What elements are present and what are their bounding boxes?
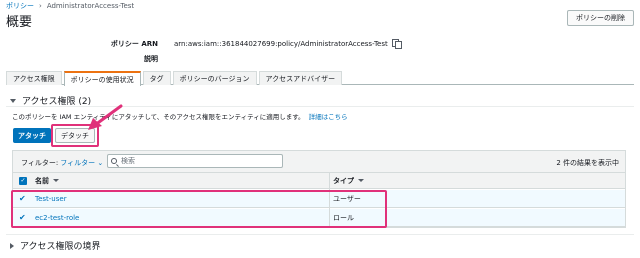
- section-divider: [6, 234, 634, 235]
- boundary-section-header[interactable]: アクセス権限の境界: [10, 239, 101, 252]
- sort-caret-icon: [358, 179, 364, 182]
- tab-access-advisor[interactable]: アクセスアドバイザー: [258, 71, 343, 85]
- arn-label: ポリシー ARN: [110, 40, 158, 48]
- filter-dropdown[interactable]: フィルター ⌄: [60, 159, 103, 167]
- caret-down-icon: [10, 98, 16, 103]
- boundary-section-title: アクセス権限の境界: [20, 242, 101, 252]
- tab-policy-versions[interactable]: ポリシーのバージョン: [172, 71, 257, 85]
- filter-label: フィルター: フィルター ⌄: [21, 158, 103, 168]
- attach-button[interactable]: アタッチ: [13, 128, 51, 143]
- tab-permissions[interactable]: アクセス権限: [6, 71, 62, 85]
- annotation-arrow-icon: [88, 104, 123, 130]
- caret-right-icon: [10, 242, 14, 249]
- search-icon: [111, 158, 117, 164]
- column-header-type-label: タイプ: [333, 176, 354, 185]
- filter-label-text: フィルター:: [21, 159, 59, 167]
- filter-dropdown-label: フィルター: [60, 159, 96, 167]
- page-title: 概要: [6, 15, 33, 30]
- rows-highlight-box: [11, 190, 387, 228]
- permissions-description-text: このポリシーを IAM エンティティにアタッチして、そのアクセス権限をエンティテ…: [12, 113, 305, 121]
- breadcrumb-current: AdministratorAccess-Test: [46, 2, 135, 10]
- arn-value: arn:aws:iam::361844027699:policy/Adminis…: [174, 39, 402, 49]
- tab-bar: アクセス権限 ポリシーの使用状況 タグ ポリシーのバージョン アクセスアドバイザ…: [6, 71, 634, 86]
- column-header-type[interactable]: タイプ: [333, 173, 364, 188]
- tab-policy-usage[interactable]: ポリシーの使用状況: [63, 71, 141, 86]
- permissions-description: このポリシーを IAM エンティティにアタッチして、そのアクセス権限をエンティテ…: [12, 111, 348, 121]
- breadcrumb-separator: ›: [39, 2, 42, 10]
- column-header-name[interactable]: 名前: [35, 173, 59, 188]
- table-header-row: ✓ 名前 タイプ: [13, 173, 625, 189]
- column-header-name-label: 名前: [35, 176, 49, 185]
- search-input[interactable]: 検索: [107, 154, 283, 168]
- description-label: 説明: [144, 55, 158, 63]
- tab-tags[interactable]: タグ: [142, 71, 171, 85]
- results-count: 2 件の結果を表示中: [556, 159, 619, 167]
- select-all-checkbox[interactable]: ✓: [19, 176, 27, 185]
- delete-policy-button[interactable]: ポリシーの削除: [567, 10, 634, 26]
- search-placeholder: 検索: [121, 157, 135, 165]
- learn-more-link[interactable]: 詳細はこちら: [309, 113, 348, 121]
- arn-text: arn:aws:iam::361844027699:policy/Adminis…: [174, 39, 388, 48]
- filter-bar: フィルター: フィルター ⌄ 検索 2 件の結果を表示中: [13, 151, 625, 173]
- breadcrumb: ポリシー › AdministratorAccess-Test: [6, 1, 134, 11]
- copy-icon[interactable]: [391, 39, 402, 49]
- chevron-down-icon: ⌄: [97, 159, 104, 167]
- breadcrumb-link-policies[interactable]: ポリシー: [6, 2, 34, 10]
- sort-caret-icon: [53, 179, 59, 182]
